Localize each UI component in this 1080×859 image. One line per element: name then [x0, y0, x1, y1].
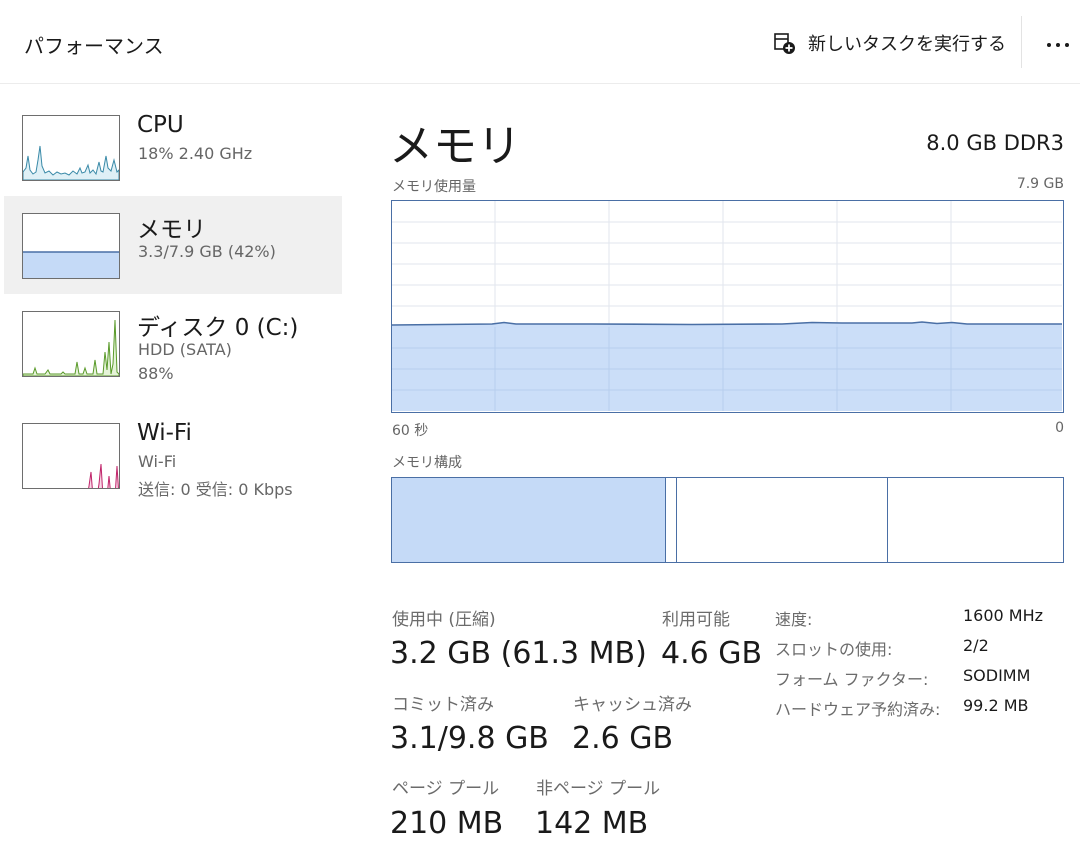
- cpu-thumbnail-graph: [22, 115, 120, 181]
- time-axis-start: 60 秒: [392, 423, 429, 439]
- slots-used-key: スロットの使用:: [775, 640, 893, 659]
- resource-item-wifi[interactable]: Wi-Fi Wi-Fi 送信: 0 受信: 0 Kbps: [4, 406, 342, 504]
- resource-detail: HDD (SATA): [138, 340, 232, 359]
- committed-value: 3.1/9.8 GB: [390, 721, 549, 756]
- run-new-task-label: 新しいタスクを実行する: [808, 34, 1006, 55]
- title-bar: パフォーマンス 新しいタスクを実行する: [0, 0, 1080, 84]
- page-title: パフォーマンス: [24, 34, 164, 58]
- in-use-value: 3.2 GB (61.3 MB): [390, 636, 647, 671]
- cached-label: キャッシュ済み: [573, 695, 692, 715]
- more-horizontal-icon: [1045, 34, 1071, 53]
- header-divider: [1021, 16, 1022, 68]
- more-options-button[interactable]: [1036, 26, 1080, 60]
- usage-graph-max: 7.9 GB: [1016, 176, 1064, 192]
- resource-name: Wi-Fi: [137, 420, 192, 446]
- composition-free: [889, 478, 1062, 562]
- main-title: メモリ: [389, 121, 521, 172]
- in-use-label: 使用中 (圧縮): [392, 610, 496, 630]
- available-value: 4.6 GB: [661, 636, 763, 671]
- resource-detail: Wi-Fi: [138, 452, 177, 471]
- slots-used-value: 2/2: [963, 636, 989, 655]
- available-label: 利用可能: [662, 610, 730, 630]
- resource-name: ディスク 0 (C:): [137, 315, 299, 341]
- disk-thumbnail-graph: [22, 311, 120, 377]
- form-factor-value: SODIMM: [963, 666, 1031, 685]
- resource-item-cpu[interactable]: CPU 18% 2.40 GHz: [4, 98, 342, 196]
- speed-key: 速度:: [775, 610, 813, 629]
- composition-label: メモリ構成: [392, 455, 462, 471]
- resource-item-disk[interactable]: ディスク 0 (C:) HDD (SATA) 88%: [4, 294, 342, 392]
- resource-detail-2: 送信: 0 受信: 0 Kbps: [138, 480, 293, 499]
- wifi-thumbnail-graph: [22, 423, 120, 489]
- committed-label: コミット済み: [392, 695, 494, 715]
- resource-name: メモリ: [137, 217, 206, 243]
- resource-detail: 18% 2.40 GHz: [138, 144, 253, 163]
- usage-graph-label: メモリ使用量: [392, 179, 476, 195]
- paged-pool-value: 210 MB: [390, 806, 504, 841]
- new-task-icon: [772, 31, 796, 55]
- resource-detail: 3.3/7.9 GB (42%): [138, 242, 276, 261]
- cached-value: 2.6 GB: [572, 721, 674, 756]
- run-new-task-button[interactable]: 新しいタスクを実行する: [772, 26, 1006, 60]
- form-factor-key: フォーム ファクター:: [775, 670, 929, 689]
- composition-modified: [667, 478, 677, 562]
- nonpaged-pool-value: 142 MB: [535, 806, 649, 841]
- resource-detail-2: 88%: [138, 364, 174, 383]
- resource-item-memory[interactable]: メモリ 3.3/7.9 GB (42%): [4, 196, 342, 294]
- composition-standby: [678, 478, 888, 562]
- composition-in-use: [392, 478, 666, 562]
- paged-pool-label: ページ プール: [392, 779, 500, 799]
- memory-thumbnail-graph: [22, 213, 120, 279]
- hardware-reserved-key: ハードウェア予約済み:: [775, 700, 941, 719]
- memory-composition-bar: [391, 477, 1064, 563]
- time-axis-end: 0: [1055, 420, 1064, 436]
- hardware-reserved-value: 99.2 MB: [963, 696, 1029, 715]
- nonpaged-pool-label: 非ページ プール: [536, 779, 661, 799]
- resource-name: CPU: [137, 112, 184, 138]
- speed-value: 1600 MHz: [963, 606, 1044, 625]
- memory-spec: 8.0 GB DDR3: [926, 131, 1064, 155]
- memory-usage-graph: [391, 200, 1064, 413]
